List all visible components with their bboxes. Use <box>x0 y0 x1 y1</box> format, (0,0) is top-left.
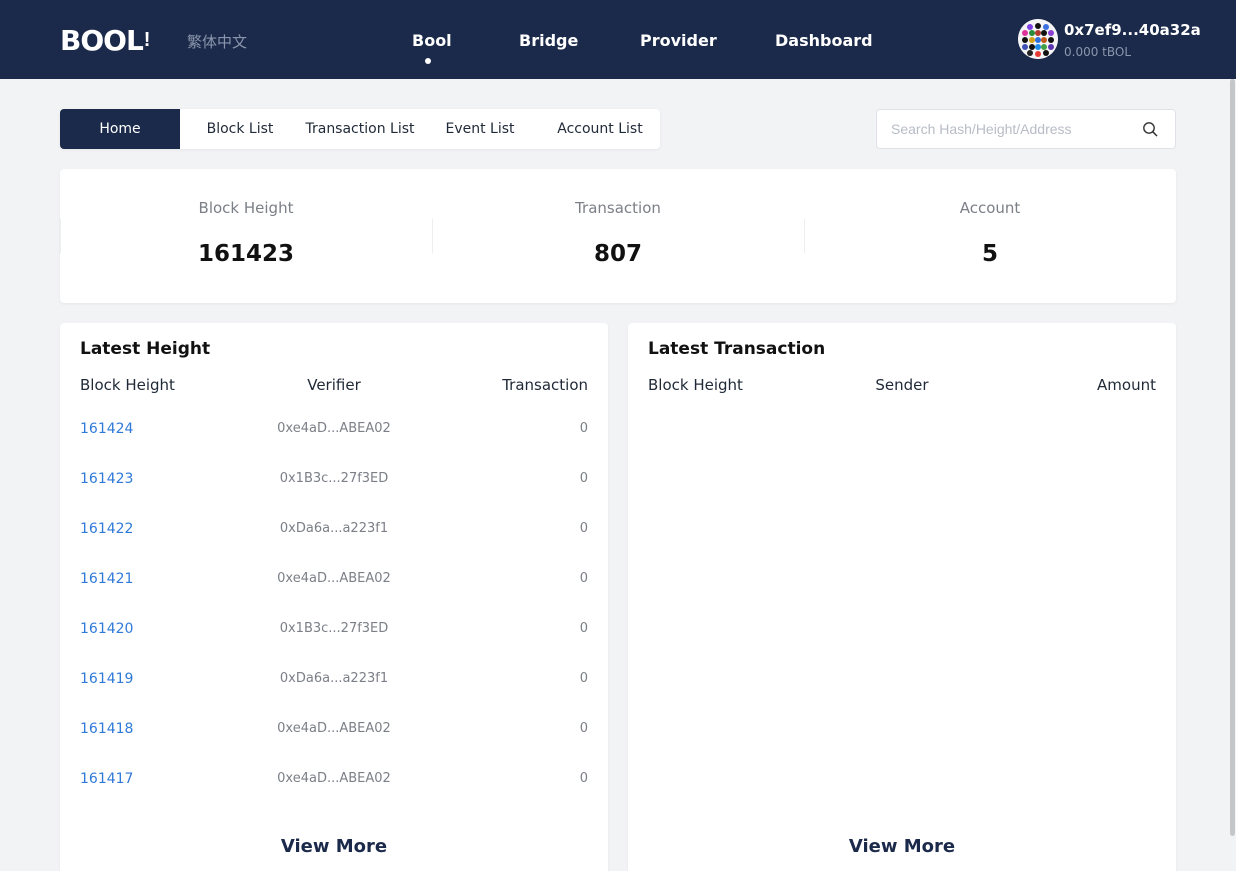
stat-label: Transaction <box>575 199 661 217</box>
verifier-address: 0xe4aD...ABEA02 <box>277 721 391 736</box>
tab-event-list[interactable]: Event List <box>420 109 540 149</box>
block-height-link[interactable]: 161420 <box>80 621 133 637</box>
column-header-amount: Amount <box>1097 376 1156 394</box>
stat-block-height: Block Height 161423 <box>60 169 432 303</box>
latest-transaction-panel: Latest Transaction Block Height Sender A… <box>628 323 1176 871</box>
table-row: 161417 0xe4aD...ABEA02 0 <box>80 771 588 791</box>
stat-value: 807 <box>593 241 642 267</box>
top-navbar: BOOL ! 繁体中文 Bool Bridge Provider Dashboa… <box>0 0 1236 79</box>
logo-suffix: ! <box>143 28 151 51</box>
tab-account-list[interactable]: Account List <box>540 109 660 149</box>
transaction-count: 0 <box>579 621 588 636</box>
verifier-address: 0xe4aD...ABEA02 <box>277 571 391 586</box>
tab-home[interactable]: Home <box>60 109 180 149</box>
block-height-link[interactable]: 161422 <box>80 521 133 537</box>
bool-logo[interactable]: BOOL ! <box>60 23 151 57</box>
wallet-balance: 0.000 tBOL <box>1064 45 1132 59</box>
latest-height-panel: Latest Height Block Height Verifier Tran… <box>60 323 608 871</box>
tab-block-list[interactable]: Block List <box>180 109 300 149</box>
stat-account: Account 5 <box>804 169 1176 303</box>
nav-bool[interactable]: Bool <box>412 31 452 50</box>
transaction-count: 0 <box>579 421 588 436</box>
wallet-address[interactable]: 0x7ef9...40a32a <box>1064 21 1201 39</box>
column-header-verifier: Verifier <box>307 376 361 394</box>
transaction-count: 0 <box>579 721 588 736</box>
column-header-block-height: Block Height <box>80 376 175 394</box>
avatar-identicon-icon <box>1018 19 1058 59</box>
wallet-avatar[interactable] <box>1018 19 1058 59</box>
nav-provider[interactable]: Provider <box>640 31 717 50</box>
search-input[interactable] <box>891 110 1131 148</box>
panel-title: Latest Transaction <box>648 339 826 359</box>
stat-transaction: Transaction 807 <box>432 169 804 303</box>
block-height-link[interactable]: 161417 <box>80 771 133 787</box>
block-height-link[interactable]: 161419 <box>80 671 133 687</box>
stats-card: Block Height 161423 Transaction 807 Acco… <box>60 169 1176 303</box>
transaction-count: 0 <box>579 521 588 536</box>
table-row: 161424 0xe4aD...ABEA02 0 <box>80 421 588 441</box>
block-height-link[interactable]: 161424 <box>80 421 133 437</box>
language-switch[interactable]: 繁体中文 <box>187 31 247 52</box>
nav-dashboard[interactable]: Dashboard <box>775 31 873 50</box>
table-row: 161418 0xe4aD...ABEA02 0 <box>80 721 588 741</box>
transaction-count: 0 <box>579 471 588 486</box>
block-height-link[interactable]: 161423 <box>80 471 133 487</box>
search-icon[interactable] <box>1142 121 1158 137</box>
active-nav-indicator <box>425 58 431 64</box>
scrollbar-thumb[interactable] <box>1230 79 1235 836</box>
nav-bridge[interactable]: Bridge <box>519 31 578 50</box>
table-row: 161422 0xDa6a...a223f1 0 <box>80 521 588 541</box>
verifier-address: 0x1B3c...27f3ED <box>279 621 389 636</box>
transaction-count: 0 <box>579 771 588 786</box>
stat-value: 5 <box>981 241 998 267</box>
transaction-count: 0 <box>579 671 588 686</box>
table-row: 161421 0xe4aD...ABEA02 0 <box>80 571 588 591</box>
verifier-address: 0xe4aD...ABEA02 <box>277 771 391 786</box>
explorer-tabs: Home Block List Transaction List Event L… <box>60 109 660 149</box>
logo-text: BOOL <box>60 23 144 57</box>
page-scrollbar[interactable] <box>1229 79 1236 871</box>
view-more-transactions-button[interactable]: View More <box>628 836 1176 857</box>
column-header-sender: Sender <box>875 376 929 394</box>
verifier-address: 0xDa6a...a223f1 <box>279 521 389 536</box>
verifier-address: 0x1B3c...27f3ED <box>279 471 389 486</box>
panel-title: Latest Height <box>80 339 211 359</box>
stat-value: 161423 <box>197 241 295 267</box>
block-height-link[interactable]: 161418 <box>80 721 133 737</box>
stat-label: Block Height <box>198 199 294 217</box>
verifier-address: 0xDa6a...a223f1 <box>279 671 389 686</box>
stat-divider <box>60 219 61 253</box>
table-row: 161419 0xDa6a...a223f1 0 <box>80 671 588 691</box>
stat-label: Account <box>959 199 1021 217</box>
view-more-blocks-button[interactable]: View More <box>60 836 608 857</box>
column-header-block-height: Block Height <box>648 376 743 394</box>
table-row: 161420 0x1B3c...27f3ED 0 <box>80 621 588 641</box>
transaction-count: 0 <box>579 571 588 586</box>
block-height-link[interactable]: 161421 <box>80 571 133 587</box>
tab-transaction-list[interactable]: Transaction List <box>300 109 420 149</box>
column-header-transaction: Transaction <box>502 376 588 394</box>
search-box <box>876 109 1176 149</box>
table-row: 161423 0x1B3c...27f3ED 0 <box>80 471 588 491</box>
verifier-address: 0xe4aD...ABEA02 <box>277 421 391 436</box>
